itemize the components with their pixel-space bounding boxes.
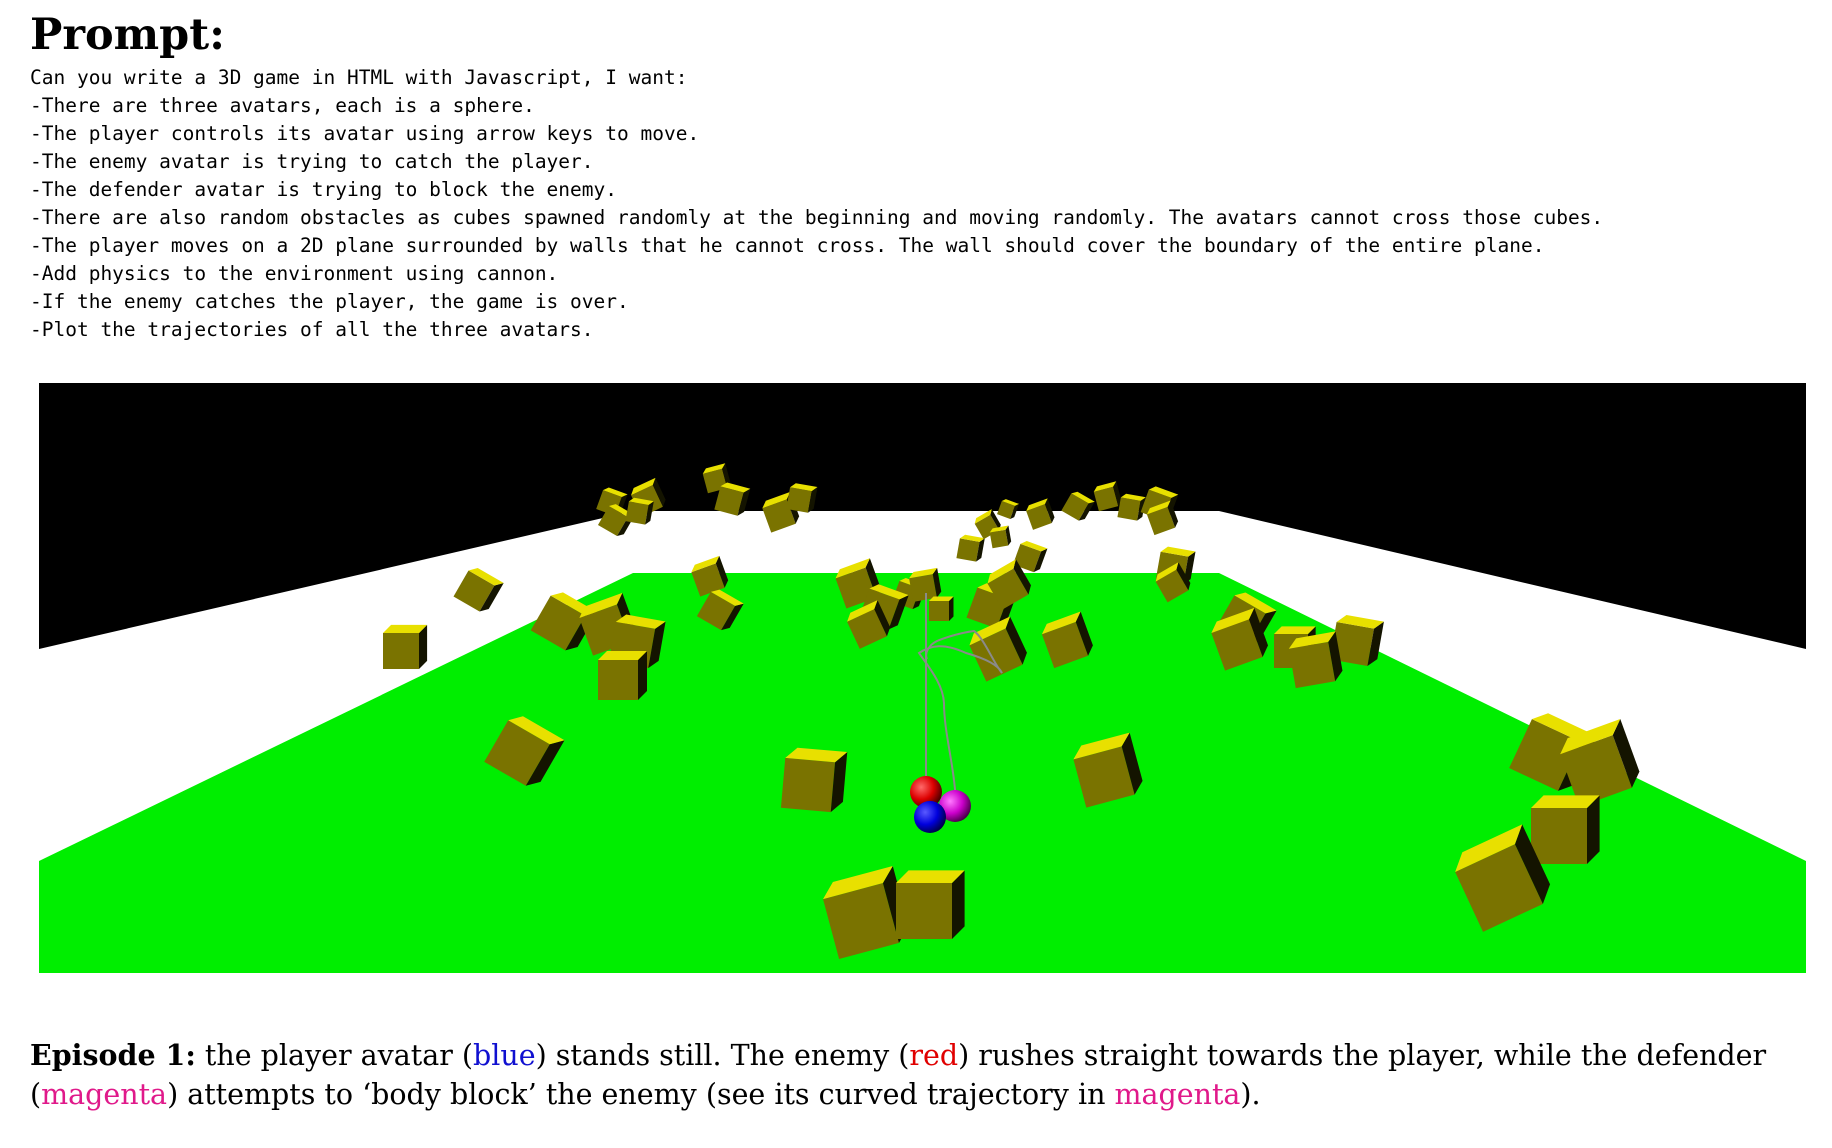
prompt-title: Prompt: <box>30 10 225 60</box>
prompt-line: -The player moves on a 2D plane surround… <box>30 234 1545 257</box>
obstacle-cube <box>896 870 965 939</box>
prompt-line: -There are also random obstacles as cube… <box>30 206 1604 229</box>
player-avatar <box>914 801 946 833</box>
prompt-text: Can you write a 3D game in HTML with Jav… <box>30 64 1603 344</box>
obstacle-cube <box>1531 795 1600 864</box>
obstacle-cube <box>780 747 848 813</box>
prompt-line: -There are three avatars, each is a sphe… <box>30 94 535 117</box>
caption-defender-color: magenta <box>41 1078 168 1111</box>
caption-text: ). <box>1240 1078 1261 1111</box>
caption-text: the player avatar ( <box>195 1039 473 1072</box>
figure-caption: Episode 1: the player avatar (blue) stan… <box>30 1036 1810 1114</box>
caption-player-color: blue <box>473 1039 536 1072</box>
obstacle-cube <box>383 624 428 669</box>
obstacle-cube <box>598 651 647 700</box>
obstacle-cube <box>1288 631 1343 689</box>
caption-text: ) attempts to ‘body block’ the enemy (se… <box>167 1078 1115 1111</box>
figure-page: Prompt: Can you write a 3D game in HTML … <box>0 0 1832 1148</box>
prompt-line: -If the enemy catches the player, the ga… <box>30 290 629 313</box>
caption-text: ) stands still. The enemy ( <box>535 1039 910 1072</box>
prompt-line: -Add physics to the environment using ca… <box>30 262 559 285</box>
prompt-line: -The player controls its avatar using ar… <box>30 122 700 145</box>
caption-trajectory-color: magenta <box>1114 1078 1241 1111</box>
obstacle-cube <box>956 534 985 562</box>
caption-enemy-color: red <box>909 1039 959 1072</box>
prompt-line: -The enemy avatar is trying to catch the… <box>30 150 594 173</box>
prompt-line: -The defender avatar is trying to block … <box>30 178 617 201</box>
prompt-line: Can you write a 3D game in HTML with Jav… <box>30 66 688 89</box>
prompt-line: -Plot the trajectories of all the three … <box>30 318 594 341</box>
obstacle-cube <box>929 596 954 621</box>
obstacle-cube <box>1117 493 1146 521</box>
obstacle-cube <box>786 483 818 513</box>
game-scene[interactable] <box>39 383 1806 973</box>
obstacle-cube <box>989 525 1012 549</box>
caption-label: Episode 1: <box>30 1038 196 1072</box>
obstacle-cube <box>625 497 654 525</box>
